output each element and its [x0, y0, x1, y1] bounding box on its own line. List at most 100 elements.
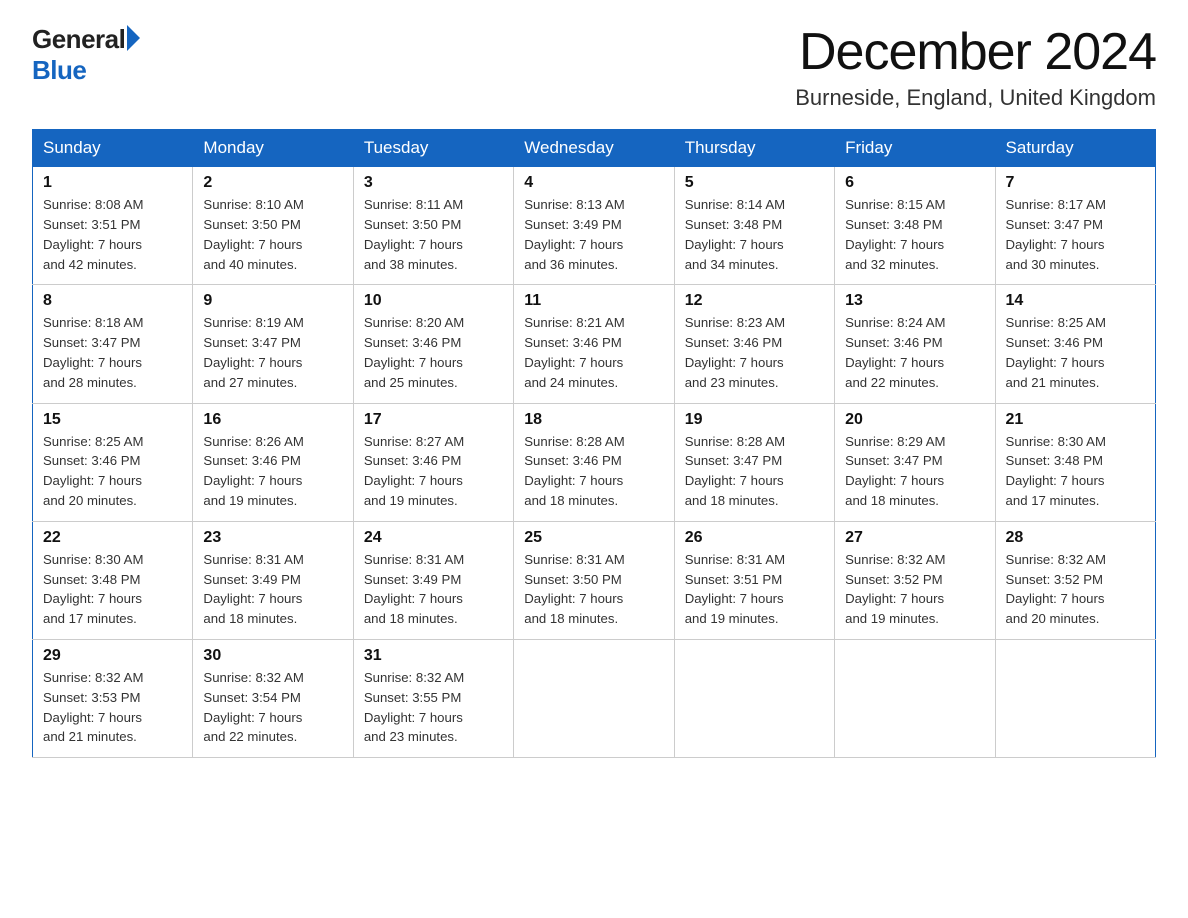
day-number: 24	[364, 529, 503, 547]
col-header-tuesday: Tuesday	[353, 130, 513, 167]
calendar-cell: 20 Sunrise: 8:29 AMSunset: 3:47 PMDayligh…	[835, 403, 995, 521]
day-info: Sunrise: 8:27 AMSunset: 3:46 PMDaylight:…	[364, 434, 464, 508]
title-block: December 2024 Burneside, England, United…	[795, 24, 1156, 111]
calendar-subtitle: Burneside, England, United Kingdom	[795, 85, 1156, 111]
calendar-week-row: 8 Sunrise: 8:18 AMSunset: 3:47 PMDaylight…	[33, 285, 1156, 403]
calendar-cell: 28 Sunrise: 8:32 AMSunset: 3:52 PMDayligh…	[995, 521, 1155, 639]
calendar-cell: 7 Sunrise: 8:17 AMSunset: 3:47 PMDaylight…	[995, 167, 1155, 285]
day-info: Sunrise: 8:28 AMSunset: 3:46 PMDaylight:…	[524, 434, 624, 508]
calendar-cell: 9Sunrise: 8:19 AMSunset: 3:47 PMDaylight…	[193, 285, 353, 403]
calendar-title: December 2024	[795, 24, 1156, 81]
day-info: Sunrise: 8:32 AMSunset: 3:54 PMDaylight:…	[203, 670, 303, 744]
calendar-cell: 5 Sunrise: 8:14 AMSunset: 3:48 PMDaylight…	[674, 167, 834, 285]
calendar-cell: 22 Sunrise: 8:30 AMSunset: 3:48 PMDayligh…	[33, 521, 193, 639]
calendar-cell: 16 Sunrise: 8:26 AMSunset: 3:46 PMDayligh…	[193, 403, 353, 521]
day-info: Sunrise: 8:14 AMSunset: 3:48 PMDaylight:…	[685, 197, 785, 271]
calendar-week-row: 15Sunrise: 8:25 AMSunset: 3:46 PMDayligh…	[33, 403, 1156, 521]
col-header-thursday: Thursday	[674, 130, 834, 167]
calendar-cell	[514, 639, 674, 757]
day-number: 21	[1006, 411, 1145, 429]
day-number: 5	[685, 174, 824, 192]
calendar-cell: 15Sunrise: 8:25 AMSunset: 3:46 PMDayligh…	[33, 403, 193, 521]
calendar-cell: 21 Sunrise: 8:30 AMSunset: 3:48 PMDayligh…	[995, 403, 1155, 521]
calendar-cell: 23 Sunrise: 8:31 AMSunset: 3:49 PMDayligh…	[193, 521, 353, 639]
calendar-cell: 19 Sunrise: 8:28 AMSunset: 3:47 PMDayligh…	[674, 403, 834, 521]
day-info: Sunrise: 8:31 AMSunset: 3:49 PMDaylight:…	[203, 552, 303, 626]
calendar-cell: 29 Sunrise: 8:32 AMSunset: 3:53 PMDayligh…	[33, 639, 193, 757]
day-info: Sunrise: 8:31 AMSunset: 3:50 PMDaylight:…	[524, 552, 624, 626]
calendar-cell	[995, 639, 1155, 757]
day-info: Sunrise: 8:21 AMSunset: 3:46 PMDaylight:…	[524, 315, 624, 389]
calendar-cell: 14 Sunrise: 8:25 AMSunset: 3:46 PMDayligh…	[995, 285, 1155, 403]
logo-text-general: General	[32, 24, 125, 55]
day-info: Sunrise: 8:32 AMSunset: 3:52 PMDaylight:…	[1006, 552, 1106, 626]
calendar-cell: 3 Sunrise: 8:11 AMSunset: 3:50 PMDaylight…	[353, 167, 513, 285]
calendar-cell: 24Sunrise: 8:31 AMSunset: 3:49 PMDayligh…	[353, 521, 513, 639]
day-info: Sunrise: 8:11 AMSunset: 3:50 PMDaylight:…	[364, 197, 463, 271]
day-number: 11	[524, 292, 663, 310]
day-info: Sunrise: 8:30 AMSunset: 3:48 PMDaylight:…	[1006, 434, 1106, 508]
page-header: General Blue December 2024 Burneside, En…	[32, 24, 1156, 111]
day-number: 26	[685, 529, 824, 547]
day-number: 18	[524, 411, 663, 429]
day-info: Sunrise: 8:28 AMSunset: 3:47 PMDaylight:…	[685, 434, 785, 508]
day-info: Sunrise: 8:08 AMSunset: 3:51 PMDaylight:…	[43, 197, 143, 271]
day-info: Sunrise: 8:30 AMSunset: 3:48 PMDaylight:…	[43, 552, 143, 626]
day-number: 31	[364, 647, 503, 665]
day-number: 3	[364, 174, 503, 192]
calendar-cell: 26Sunrise: 8:31 AMSunset: 3:51 PMDayligh…	[674, 521, 834, 639]
col-header-wednesday: Wednesday	[514, 130, 674, 167]
day-info: Sunrise: 8:17 AMSunset: 3:47 PMDaylight:…	[1006, 197, 1106, 271]
calendar-week-row: 29 Sunrise: 8:32 AMSunset: 3:53 PMDayligh…	[33, 639, 1156, 757]
day-info: Sunrise: 8:26 AMSunset: 3:46 PMDaylight:…	[203, 434, 303, 508]
day-number: 8	[43, 292, 182, 310]
calendar-table: SundayMondayTuesdayWednesdayThursdayFrid…	[32, 129, 1156, 758]
day-number: 22	[43, 529, 182, 547]
calendar-cell: 25 Sunrise: 8:31 AMSunset: 3:50 PMDayligh…	[514, 521, 674, 639]
day-info: Sunrise: 8:32 AMSunset: 3:52 PMDaylight:…	[845, 552, 945, 626]
day-info: Sunrise: 8:20 AMSunset: 3:46 PMDaylight:…	[364, 315, 464, 389]
calendar-cell: 1Sunrise: 8:08 AMSunset: 3:51 PMDaylight…	[33, 167, 193, 285]
calendar-cell: 4 Sunrise: 8:13 AMSunset: 3:49 PMDaylight…	[514, 167, 674, 285]
calendar-header-row: SundayMondayTuesdayWednesdayThursdayFrid…	[33, 130, 1156, 167]
day-number: 29	[43, 647, 182, 665]
logo-triangle-icon	[127, 25, 140, 51]
day-number: 2	[203, 174, 342, 192]
calendar-cell: 18 Sunrise: 8:28 AMSunset: 3:46 PMDayligh…	[514, 403, 674, 521]
day-info: Sunrise: 8:29 AMSunset: 3:47 PMDaylight:…	[845, 434, 945, 508]
calendar-cell: 31 Sunrise: 8:32 AMSunset: 3:55 PMDayligh…	[353, 639, 513, 757]
day-number: 4	[524, 174, 663, 192]
day-number: 25	[524, 529, 663, 547]
day-number: 23	[203, 529, 342, 547]
day-info: Sunrise: 8:24 AMSunset: 3:46 PMDaylight:…	[845, 315, 945, 389]
day-number: 17	[364, 411, 503, 429]
calendar-cell	[674, 639, 834, 757]
calendar-week-row: 22 Sunrise: 8:30 AMSunset: 3:48 PMDayligh…	[33, 521, 1156, 639]
day-number: 30	[203, 647, 342, 665]
day-number: 12	[685, 292, 824, 310]
day-info: Sunrise: 8:19 AMSunset: 3:47 PMDaylight:…	[203, 315, 303, 389]
calendar-week-row: 1Sunrise: 8:08 AMSunset: 3:51 PMDaylight…	[33, 167, 1156, 285]
day-info: Sunrise: 8:13 AMSunset: 3:49 PMDaylight:…	[524, 197, 624, 271]
day-number: 14	[1006, 292, 1145, 310]
day-info: Sunrise: 8:15 AMSunset: 3:48 PMDaylight:…	[845, 197, 945, 271]
day-number: 20	[845, 411, 984, 429]
day-info: Sunrise: 8:23 AMSunset: 3:46 PMDaylight:…	[685, 315, 785, 389]
day-info: Sunrise: 8:25 AMSunset: 3:46 PMDaylight:…	[1006, 315, 1106, 389]
day-number: 27	[845, 529, 984, 547]
day-number: 6	[845, 174, 984, 192]
day-number: 7	[1006, 174, 1145, 192]
day-info: Sunrise: 8:18 AMSunset: 3:47 PMDaylight:…	[43, 315, 143, 389]
col-header-friday: Friday	[835, 130, 995, 167]
logo: General Blue	[32, 24, 142, 86]
calendar-cell: 13Sunrise: 8:24 AMSunset: 3:46 PMDayligh…	[835, 285, 995, 403]
calendar-cell: 8 Sunrise: 8:18 AMSunset: 3:47 PMDaylight…	[33, 285, 193, 403]
calendar-cell: 10Sunrise: 8:20 AMSunset: 3:46 PMDayligh…	[353, 285, 513, 403]
day-info: Sunrise: 8:32 AMSunset: 3:53 PMDaylight:…	[43, 670, 143, 744]
day-info: Sunrise: 8:32 AMSunset: 3:55 PMDaylight:…	[364, 670, 464, 744]
col-header-saturday: Saturday	[995, 130, 1155, 167]
day-number: 16	[203, 411, 342, 429]
day-number: 19	[685, 411, 824, 429]
calendar-cell: 17 Sunrise: 8:27 AMSunset: 3:46 PMDayligh…	[353, 403, 513, 521]
day-number: 28	[1006, 529, 1145, 547]
